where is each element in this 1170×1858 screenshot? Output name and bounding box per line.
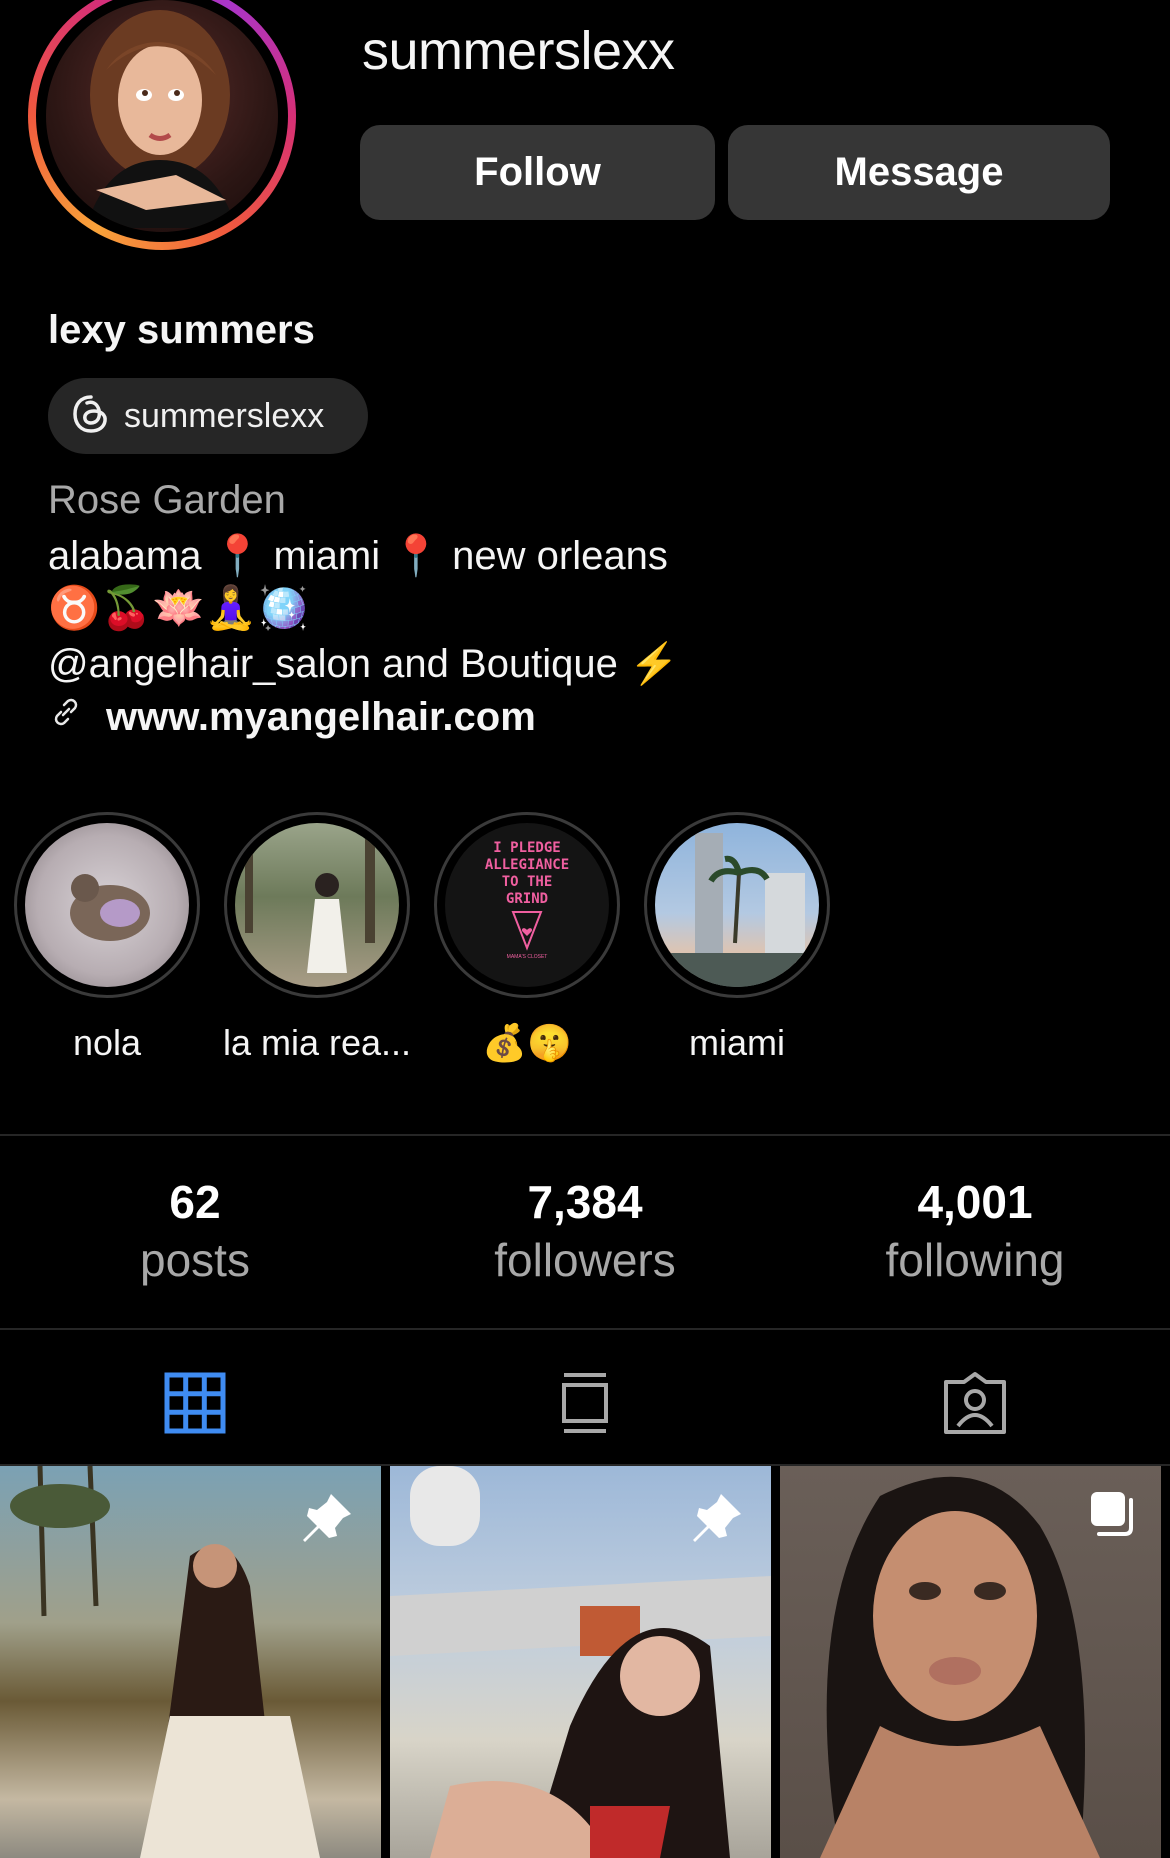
highlight-nola[interactable]: nola <box>12 812 202 1064</box>
stat-following[interactable]: 4,001 following <box>825 1175 1125 1287</box>
bio-emojis: ♉️🍒🪷🧘‍♀️🪩 <box>48 584 310 631</box>
tabs-top-divider <box>0 1328 1170 1330</box>
highlight-miami[interactable]: miami <box>642 812 832 1064</box>
profile-category: Rose Garden <box>48 478 286 522</box>
tab-tagged[interactable] <box>935 1365 1015 1445</box>
highlight-grind[interactable]: I PLEDGE ALLEGIANCE TO THE GRIND MAMA'S … <box>432 812 622 1064</box>
profile-avatar-ring[interactable] <box>28 0 296 250</box>
display-name: lexy summers <box>48 308 315 352</box>
heart-hanger-icon <box>511 911 543 951</box>
highlight-label: la mia rea... <box>222 1022 412 1063</box>
highlight-cover <box>235 823 399 987</box>
stat-label: followers <box>494 1234 676 1286</box>
stat-label: following <box>885 1234 1065 1286</box>
highlight-cover <box>25 823 189 987</box>
highlight-label: miami <box>689 1022 785 1063</box>
grid-icon <box>164 1372 226 1439</box>
pin-icon <box>297 1488 357 1553</box>
avatar <box>46 0 278 232</box>
tab-reels[interactable] <box>545 1365 625 1445</box>
post-thumbnail[interactable] <box>780 1466 1161 1858</box>
pin-icon <box>687 1488 747 1553</box>
highlight-la-mia[interactable]: la mia rea... <box>222 812 412 1064</box>
link-icon <box>48 694 84 740</box>
bio-locations: alabama 📍 miami 📍 new orleans <box>48 534 668 578</box>
highlight-label: 💰🤫 <box>482 1022 572 1063</box>
stat-followers[interactable]: 7,384 followers <box>435 1175 735 1287</box>
tab-grid[interactable] <box>155 1365 235 1445</box>
follow-button[interactable]: Follow <box>360 125 715 220</box>
highlight-cover <box>655 823 819 987</box>
bio-link[interactable]: www.myangelhair.com <box>48 694 536 740</box>
highlight-cover-subtext: MAMA'S CLOSET <box>506 954 548 960</box>
stat-posts[interactable]: 62 posts <box>45 1175 345 1287</box>
stat-value: 62 <box>169 1176 221 1228</box>
stat-value: 4,001 <box>917 1176 1033 1228</box>
stats-top-divider <box>0 1134 1170 1136</box>
threads-icon <box>70 393 112 440</box>
highlight-cover: I PLEDGE ALLEGIANCE TO THE GRIND MAMA'S … <box>445 823 609 987</box>
highlight-label: nola <box>72 1022 142 1063</box>
threads-handle: summerslexx <box>124 396 325 435</box>
profile-username: summerslexx <box>362 21 675 81</box>
threads-badge[interactable]: summerslexx <box>48 378 368 454</box>
bio-business: @angelhair_salon and Boutique ⚡️ <box>48 642 679 686</box>
reels-icon <box>560 1371 610 1440</box>
post-thumbnail[interactable] <box>0 1466 381 1858</box>
stat-label: posts <box>140 1234 250 1286</box>
carousel-icon <box>1087 1488 1137 1543</box>
bio-link-text: www.myangelhair.com <box>106 694 536 739</box>
avatar-illustration <box>86 10 236 228</box>
post-thumbnail[interactable] <box>390 1466 771 1858</box>
tagged-icon <box>940 1370 1010 1441</box>
message-button[interactable]: Message <box>728 125 1110 220</box>
highlight-cover-text: I PLEDGE ALLEGIANCE TO THE GRIND <box>484 840 570 907</box>
stat-value: 7,384 <box>527 1176 643 1228</box>
